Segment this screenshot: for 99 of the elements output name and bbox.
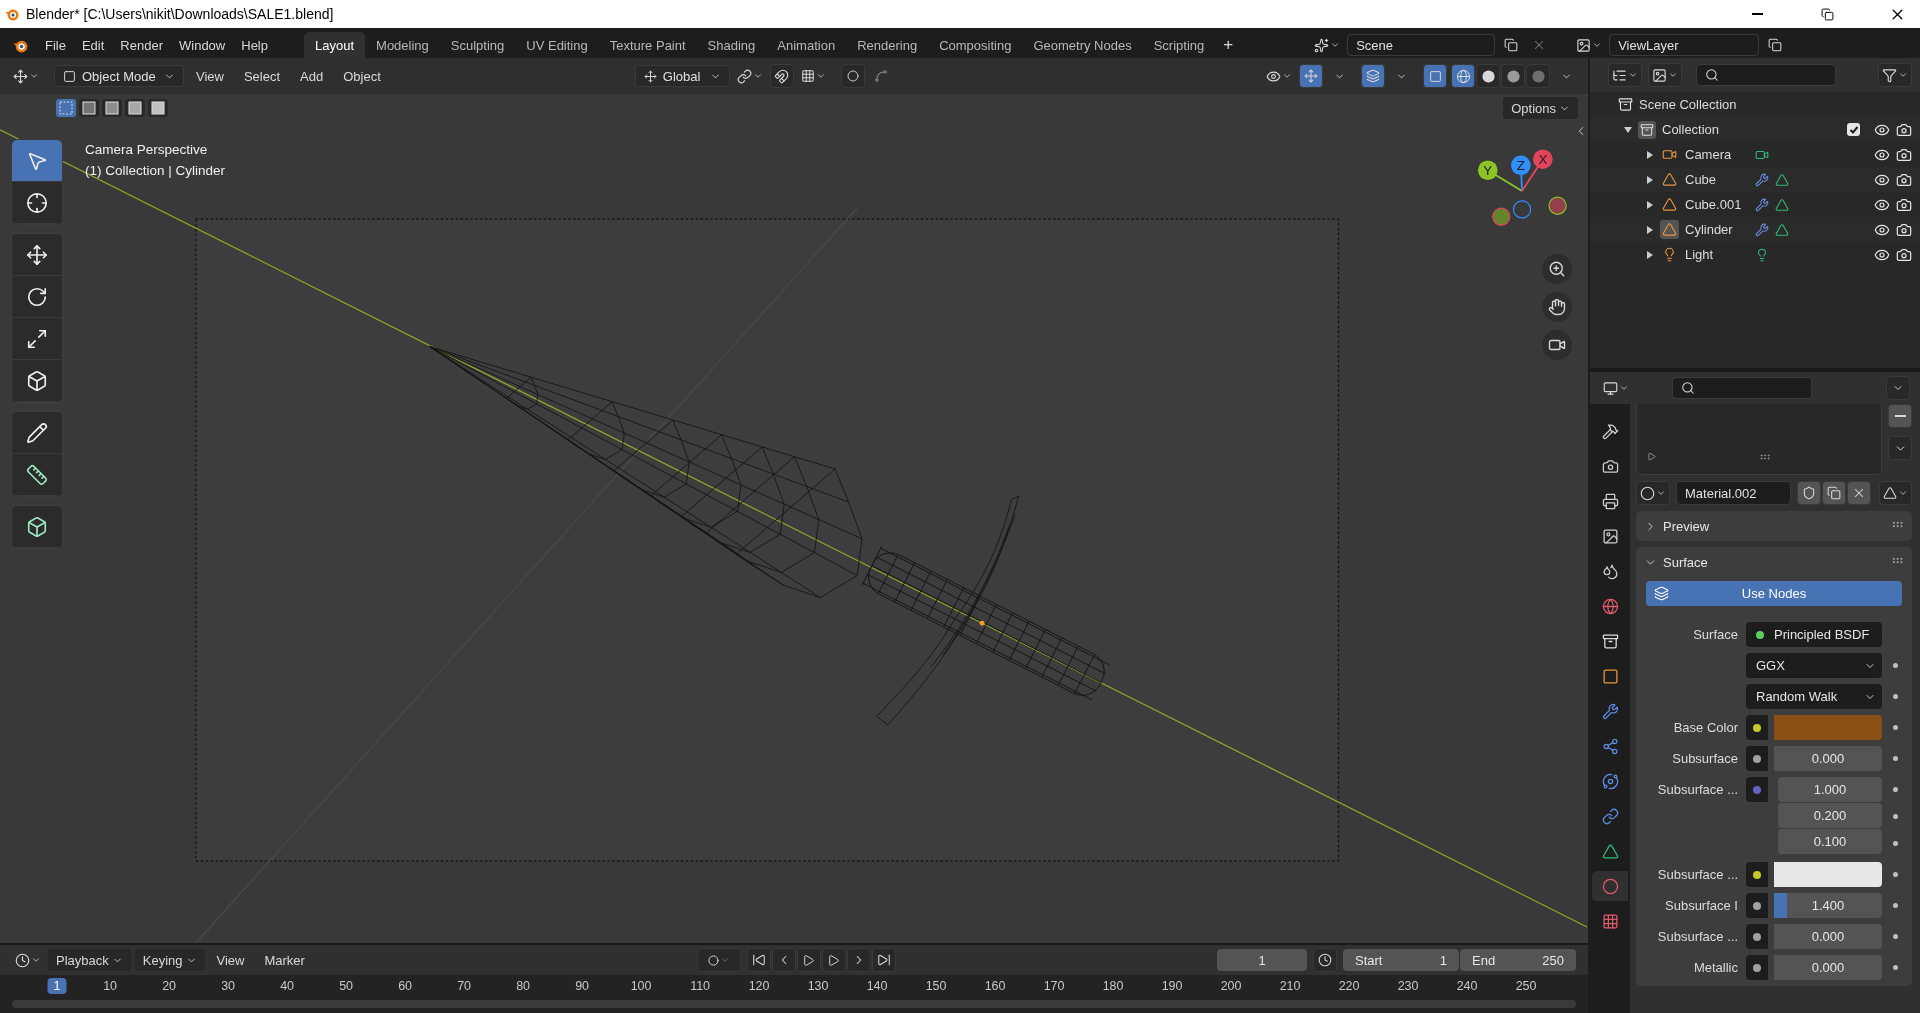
dropdown[interactable]: GGX [1746,653,1882,678]
options-dropdown[interactable]: Options [1503,97,1578,119]
frame-number[interactable]: 140 [860,978,894,994]
number-field[interactable]: 0.200 [1778,803,1882,828]
tree-item[interactable]: Light [1685,247,1749,262]
tree-item[interactable]: Scene Collection [1639,97,1737,112]
scene-field[interactable]: Scene [1347,34,1496,56]
frame-number[interactable]: 220 [1332,978,1366,994]
use-nodes-button[interactable]: Use Nodes [1646,581,1902,606]
menu-item[interactable]: View [208,947,253,973]
viewport-info-text: Camera Perspective [85,142,209,157]
number-field[interactable]: 0.100 [1778,829,1882,854]
frame-number[interactable]: 250 [1509,978,1543,994]
frame-number[interactable]: 240 [1450,978,1484,994]
menu-item[interactable]: View [188,63,232,89]
frame-number[interactable]: 210 [1273,978,1307,994]
menu-item[interactable]: Marker [256,947,313,973]
frame-number[interactable]: 170 [1037,978,1071,994]
frame-number[interactable]: 100 [624,978,658,994]
tree-item[interactable]: Cylinder [1685,222,1749,237]
frame-number[interactable]: 50 [333,978,360,994]
frame-number[interactable]: 160 [978,978,1012,994]
number-field[interactable]: 1.400 [1774,893,1882,918]
field-label: Base Color [1672,719,1739,737]
menu-item[interactable]: Render [112,32,171,58]
frame-number[interactable]: 20 [156,978,183,994]
workspace-tab[interactable]: Texture Paint [598,32,697,58]
frame-number[interactable]: 40 [274,978,301,994]
menu-item[interactable]: Window [171,32,234,58]
frame-number[interactable]: 110 [684,978,717,994]
workspace-tab[interactable]: Rendering [846,32,929,58]
field-label: Subsurface I [1664,897,1739,915]
window-title: Blender* [C:\Users\nikit\Downloads\SALE1.blend] [26,6,334,22]
workspace-tab[interactable]: UV Editing [515,32,599,58]
tree-item[interactable]: Cube.001 [1685,197,1749,212]
end-frame-field[interactable]: End 250 [1460,949,1576,971]
frame-number[interactable]: 150 [919,978,953,994]
field-label: Subsurface ... [1656,928,1739,946]
number-field[interactable]: 1.000 [1778,777,1882,802]
workspace-tab[interactable]: Layout [304,32,366,58]
material-name-field[interactable]: Material.002 [1676,481,1791,505]
number-field[interactable]: 0.000 [1774,955,1882,980]
frame-number[interactable]: 120 [742,978,776,994]
frame-number[interactable]: 200 [1214,978,1248,994]
field-label: Surface [1692,626,1739,644]
field-label: Subsurface [1671,750,1739,768]
number-field[interactable]: 0.000 [1774,924,1882,949]
field-label: Start [1355,952,1383,968]
add-workspace-button[interactable]: + [1215,32,1242,58]
field-value: 1 [1439,952,1447,968]
workspace-tab[interactable]: Geometry Nodes [1022,32,1143,58]
current-frame-field[interactable]: 1 [1217,949,1307,971]
workspace-tab[interactable]: Animation [766,32,847,58]
field-label: Subsurface ... [1656,866,1739,884]
viewport-info-text: (1) Collection | Cylinder [85,163,226,178]
frame-number[interactable]: 60 [392,978,419,994]
tree-item[interactable]: Cube [1685,172,1749,187]
menu-item[interactable]: Select [235,63,289,89]
frame-number[interactable]: 190 [1155,978,1189,994]
workspace-tab[interactable]: Compositing [928,32,1023,58]
axis-label: Y [1483,163,1493,179]
axis-label: X [1538,152,1548,168]
frame-number[interactable]: 10 [97,978,124,994]
menu-item[interactable]: Help [233,32,276,58]
workspace-tab[interactable]: Shading [696,32,767,58]
menu-item[interactable]: File [37,32,74,58]
frame-number[interactable]: 130 [801,978,835,994]
menu-item[interactable]: Edit [73,32,113,58]
start-frame-field[interactable]: Start 1 [1343,949,1459,971]
frame-number[interactable]: 230 [1391,978,1425,994]
frame-number[interactable]: 70 [451,978,478,994]
view-layer-field[interactable]: ViewLayer [1609,34,1760,56]
frame-number[interactable]: 90 [569,978,596,994]
orientation-dropdown[interactable]: Global [634,65,730,87]
field-value: 250 [1542,952,1564,968]
dropdown[interactable]: Random Walk [1746,684,1882,709]
field-label: Subsurface ... [1656,781,1739,799]
panel-header[interactable]: Preview [1636,511,1912,541]
tree-item[interactable]: Camera [1685,147,1749,162]
frame-number[interactable]: 1 [47,978,67,994]
field-label: Metallic [1692,959,1739,977]
menu-dropdown[interactable]: Playback [48,949,131,971]
number-field[interactable]: 0.000 [1774,746,1882,771]
workspace-tab[interactable]: Modeling [365,32,440,58]
axis-label: Z [1516,158,1525,174]
workspace-tab[interactable]: Scripting [1142,32,1216,58]
mode-dropdown[interactable]: Object Mode [54,65,184,87]
field-label: End [1472,952,1496,968]
workspace-tab[interactable]: Sculpting [439,32,516,58]
frame-number[interactable]: 30 [215,978,242,994]
menu-item[interactable]: Object [335,63,389,89]
menu-dropdown[interactable]: Keying [134,949,205,971]
tree-item[interactable]: Collection [1662,122,1720,137]
frame-number[interactable]: 80 [510,978,537,994]
shader-selector[interactable]: Principled BSDF [1746,622,1882,647]
menu-item[interactable]: Add [292,63,332,89]
frame-number[interactable]: 180 [1096,978,1130,994]
panel-header[interactable]: Surface [1636,547,1912,577]
navigation-gizmo[interactable]: Y Z X [1477,149,1567,226]
